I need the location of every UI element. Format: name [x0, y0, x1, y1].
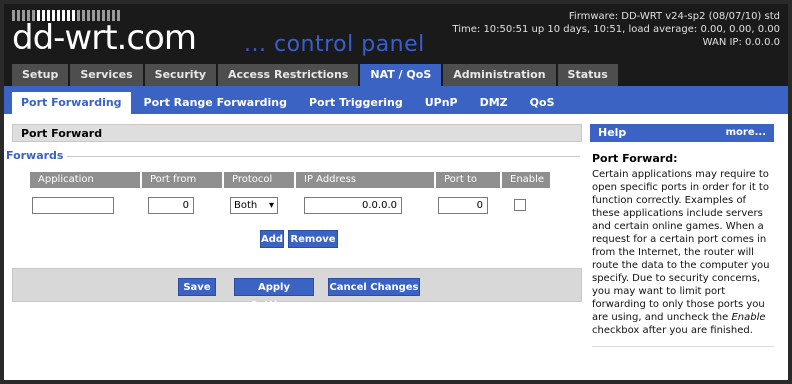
tab-administration[interactable]: Administration	[443, 64, 556, 86]
column-ip-address: IP Address	[296, 172, 434, 188]
column-protocol: Protocol	[224, 172, 294, 188]
header: dd-wrt.com ... control panel Firmware: D…	[4, 4, 788, 86]
remove-button[interactable]: Remove	[288, 230, 338, 248]
help-heading: Port Forward:	[592, 152, 678, 165]
column-application: Application	[30, 172, 140, 188]
subtab-upnp[interactable]: UPnP	[415, 92, 467, 114]
logo-subtitle: ... control panel	[244, 32, 425, 57]
subtab-port-range-forwarding[interactable]: Port Range Forwarding	[134, 92, 296, 114]
help-more-link[interactable]: more...	[726, 124, 766, 142]
enable-checkbox[interactable]	[514, 199, 526, 211]
help-text-body: Certain applications may require to open…	[592, 169, 770, 323]
top-navigation: Setup Services Security Access Restricti…	[12, 64, 618, 86]
add-button[interactable]: Add	[260, 230, 284, 248]
port-from-input[interactable]: 0	[148, 197, 194, 214]
column-enable: Enable	[502, 172, 550, 188]
sub-navigation: Port Forwarding Port Range Forwarding Po…	[4, 86, 788, 114]
help-header: Help more...	[590, 124, 774, 142]
tab-services[interactable]: Services	[70, 64, 143, 86]
protocol-value: Both	[234, 200, 258, 211]
help-title: Help	[598, 126, 627, 139]
port-to-input[interactable]: 0	[438, 197, 488, 214]
help-text-enable: Enable	[731, 312, 766, 323]
subtab-port-forwarding[interactable]: Port Forwarding	[12, 92, 131, 114]
cancel-changes-button[interactable]: Cancel Changes	[328, 278, 420, 296]
browser-frame: dd-wrt.com ... control panel Firmware: D…	[4, 4, 788, 380]
chevron-down-icon: ▾	[268, 200, 274, 211]
tab-status[interactable]: Status	[557, 64, 618, 86]
router-status: Firmware: DD-WRT v24-sp2 (08/07/10) std …	[452, 10, 780, 49]
subtab-port-triggering[interactable]: Port Triggering	[299, 92, 412, 114]
uptime-text: Time: 10:50:51 up 10 days, 10:51, load a…	[452, 24, 780, 35]
tab-access-restrictions[interactable]: Access Restrictions	[218, 64, 359, 86]
help-text-end: checkbox after you are finished.	[592, 325, 753, 336]
column-port-to: Port to	[436, 172, 500, 188]
help-text: Certain applications may require to open…	[592, 168, 774, 337]
save-button[interactable]: Save	[178, 278, 216, 296]
tab-security[interactable]: Security	[144, 64, 216, 86]
apply-settings-button[interactable]: Apply Settings	[234, 278, 314, 311]
tab-nat-qos[interactable]: NAT / QoS	[360, 64, 442, 86]
protocol-select[interactable]: Both ▾	[230, 197, 278, 214]
subtab-qos[interactable]: QoS	[520, 92, 564, 114]
wan-ip-text: WAN IP: 0.0.0.0	[702, 37, 780, 48]
help-divider	[592, 346, 774, 347]
table-header: Application Port from Protocol IP Addres…	[30, 172, 550, 188]
forwards-legend: Forwards	[6, 149, 68, 162]
application-input[interactable]	[32, 197, 114, 214]
ip-address-input[interactable]: 0.0.0.0	[304, 197, 402, 214]
column-port-from: Port from	[142, 172, 222, 188]
subtab-dmz[interactable]: DMZ	[470, 92, 517, 114]
tab-setup[interactable]: Setup	[12, 64, 69, 86]
section-title: Port Forward	[12, 124, 582, 142]
firmware-text: Firmware: DD-WRT v24-sp2 (08/07/10) std	[568, 11, 780, 22]
logo: dd-wrt.com	[12, 18, 197, 58]
